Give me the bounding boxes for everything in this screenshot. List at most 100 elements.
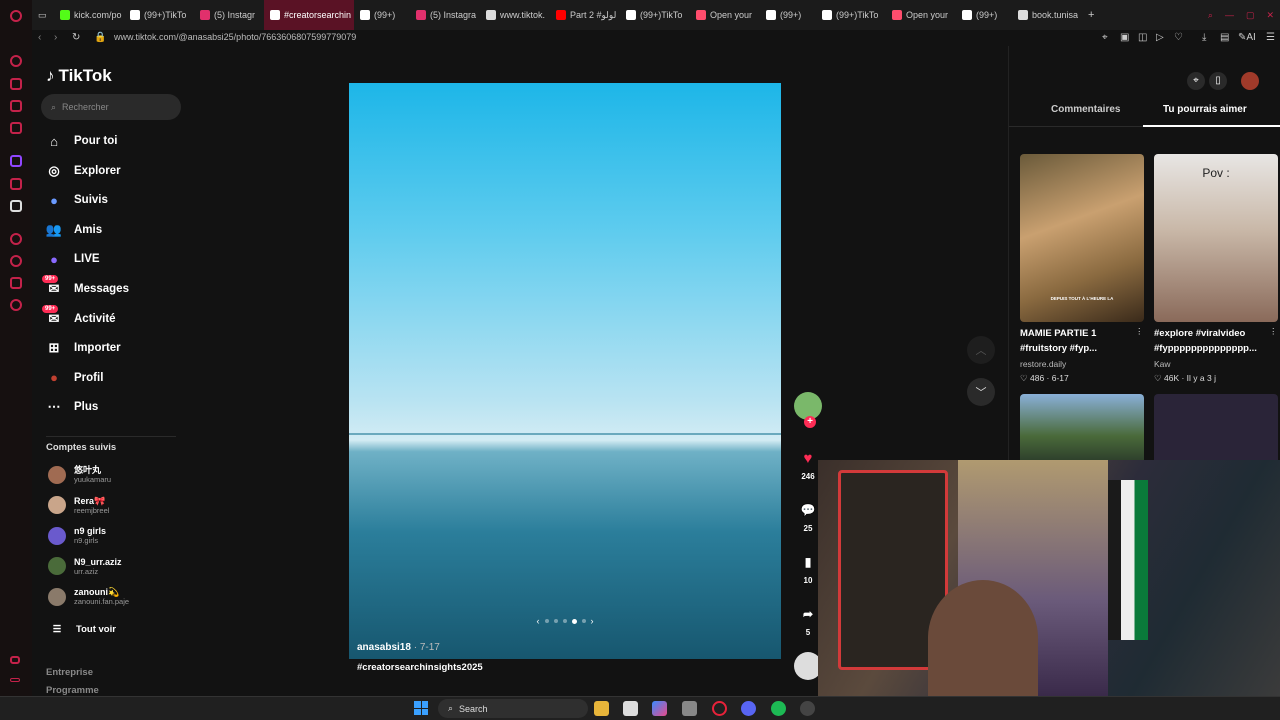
spotify-icon[interactable] (771, 701, 786, 716)
instagram-icon[interactable] (10, 122, 22, 134)
opera-logo-icon[interactable] (10, 10, 22, 22)
next-video-button[interactable]: ﹀ (967, 378, 995, 406)
browser-tab[interactable]: (99+)TikTo (124, 0, 194, 30)
follow-plus-icon[interactable]: + (804, 416, 816, 428)
close-button[interactable]: ✕ (1260, 0, 1280, 30)
post-image[interactable]: ‹ › anasabsi18 · 7-17 (349, 83, 781, 659)
browser-tab[interactable]: Open your (690, 0, 760, 30)
device-icon[interactable]: ▯ (1209, 72, 1227, 90)
see-all-button[interactable]: ☰ Tout voir (48, 624, 116, 635)
followed-account[interactable]: Rera🎀 reemjbreel (48, 496, 109, 515)
browser-tab[interactable]: kick.com/po (54, 0, 124, 30)
browser-tab[interactable]: (99+)TikTo (816, 0, 886, 30)
file-explorer-icon[interactable] (594, 701, 609, 716)
user-avatar[interactable] (1241, 72, 1259, 90)
browser-tab[interactable]: (99+) (760, 0, 816, 30)
wallet-icon[interactable]: ▤ (1220, 32, 1229, 43)
slide-dot[interactable] (562, 619, 567, 623)
slide-dot[interactable] (544, 619, 549, 623)
slide-dot-active[interactable] (571, 618, 577, 624)
forward-icon[interactable]: › (54, 32, 57, 43)
messenger-icon[interactable] (10, 100, 22, 112)
download-icon[interactable]: ⤓ (1202, 32, 1206, 43)
followed-account[interactable]: 悠叶丸 yuukamaru (48, 465, 111, 484)
followed-account[interactable]: N9_urr.aziz urr.aziz (48, 557, 122, 576)
nav-item-importer[interactable]: ⊞ Importer (44, 338, 121, 358)
video-thumbnail[interactable]: Pov : (1154, 154, 1278, 322)
video-user[interactable]: restore.daily (1020, 359, 1066, 369)
more-icon[interactable] (10, 678, 20, 682)
play-icon[interactable]: ▷ (1156, 32, 1164, 43)
new-tab-button[interactable]: + (1082, 0, 1102, 30)
windows-start-icon[interactable] (414, 701, 428, 715)
percent-icon[interactable] (10, 178, 22, 190)
browser-tab[interactable]: www.tiktok. (480, 0, 550, 30)
slide-dot[interactable] (553, 619, 558, 623)
creator-avatar[interactable]: + (794, 392, 822, 428)
bag-icon[interactable] (10, 78, 22, 90)
search-tabs-icon[interactable]: ⌕ (1202, 0, 1219, 30)
video-thumbnail[interactable] (1154, 394, 1278, 464)
reload-icon[interactable]: ↻ (72, 32, 80, 43)
nav-item-amis[interactable]: 👥 Amis (44, 220, 102, 240)
sidebar-toggle-icon[interactable] (10, 656, 20, 664)
ai-icon[interactable]: ✎AI (1238, 32, 1256, 43)
nav-item-explorer[interactable]: ◎ Explorer (44, 161, 120, 181)
followed-account[interactable]: zanouni💫 zanouni.fan.paje (48, 587, 129, 606)
followed-account[interactable]: n9 girls n9.girls (48, 526, 106, 545)
browser-tab[interactable]: book.tunisa (1012, 0, 1082, 30)
compass-icon[interactable]: ⌖ (1187, 72, 1205, 90)
tiktok-logo[interactable]: ♪ TikTok (46, 66, 112, 86)
twitch-icon[interactable] (10, 155, 22, 167)
clock-icon[interactable] (10, 233, 22, 245)
x-icon[interactable] (10, 200, 22, 212)
nav-item-plus[interactable]: ⋯ Plus (44, 397, 99, 417)
video-thumbnail[interactable] (1020, 394, 1144, 464)
tab-menu-icon[interactable]: ▭ (32, 0, 54, 30)
browser-tab[interactable]: (99+) (354, 0, 410, 30)
obs-icon[interactable] (800, 701, 815, 716)
video-user[interactable]: Kaw (1154, 359, 1171, 369)
cube-icon[interactable] (10, 277, 22, 289)
pin-icon[interactable]: ⌖ (1102, 32, 1108, 43)
browser-tab[interactable]: #creatorsearchin (264, 0, 354, 30)
opera-icon[interactable] (712, 701, 727, 716)
browser-tab[interactable]: (5) Instagra (410, 0, 480, 30)
previous-video-button[interactable]: ︿ (967, 336, 995, 364)
browser-tab[interactable]: Open your (886, 0, 956, 30)
browser-tab[interactable]: Part 2 #لولو (550, 0, 620, 30)
search-input[interactable]: ⌕ Rechercher (41, 94, 181, 120)
calculator-icon[interactable] (682, 701, 697, 716)
nav-item-profil[interactable]: ● Profil (44, 368, 103, 388)
browser-tab[interactable]: (99+)TikTo (620, 0, 690, 30)
post-caption[interactable]: #creatorsearchinsights2025 (357, 662, 483, 673)
video-more-icon[interactable]: ⋮ (1269, 326, 1278, 337)
refresh-icon[interactable] (10, 255, 22, 267)
browser-tab[interactable]: (99+) (956, 0, 1012, 30)
camera-icon[interactable]: ◫ (1138, 32, 1147, 43)
video-thumbnail[interactable]: DEPUIS TOUT À L'HEURE LA (1020, 154, 1144, 322)
tab-you-may-like[interactable]: Tu pourrais aimer (1163, 104, 1247, 115)
footer-link-business[interactable]: Entreprise (46, 667, 93, 678)
slide-dot[interactable] (581, 619, 586, 623)
nav-item-activité[interactable]: ✉ 99+ Activité (42, 304, 116, 329)
back-icon[interactable]: ‹ (38, 32, 41, 43)
url-field[interactable]: www.tiktok.com/@anasabsi25/photo/7663606… (114, 32, 356, 42)
store-icon[interactable] (623, 701, 638, 716)
maximize-button[interactable]: ▢ (1240, 0, 1261, 30)
history-icon[interactable] (10, 55, 22, 67)
video-more-icon[interactable]: ⋮ (1135, 326, 1144, 337)
author-name[interactable]: anasabsi18 (357, 642, 411, 653)
snapshot-icon[interactable]: ▣ (1120, 32, 1129, 43)
settings-icon[interactable] (10, 299, 22, 311)
menu-icon[interactable]: ☰ (1266, 32, 1275, 43)
nav-item-live[interactable]: ● LIVE (44, 249, 100, 269)
copilot-icon[interactable] (652, 701, 667, 716)
tab-comments[interactable]: Commentaires (1051, 104, 1120, 115)
nav-item-messages[interactable]: ✉ 99+ Messages (42, 275, 129, 299)
footer-link-program[interactable]: Programme (46, 685, 99, 696)
slide-next-button[interactable]: › (591, 616, 594, 626)
video-title[interactable]: MAMIE PARTIE 1 #fruitstory #fyp... (1020, 326, 1144, 356)
minimize-button[interactable]: — (1219, 0, 1240, 30)
browser-tab[interactable]: (5) Instagr (194, 0, 264, 30)
